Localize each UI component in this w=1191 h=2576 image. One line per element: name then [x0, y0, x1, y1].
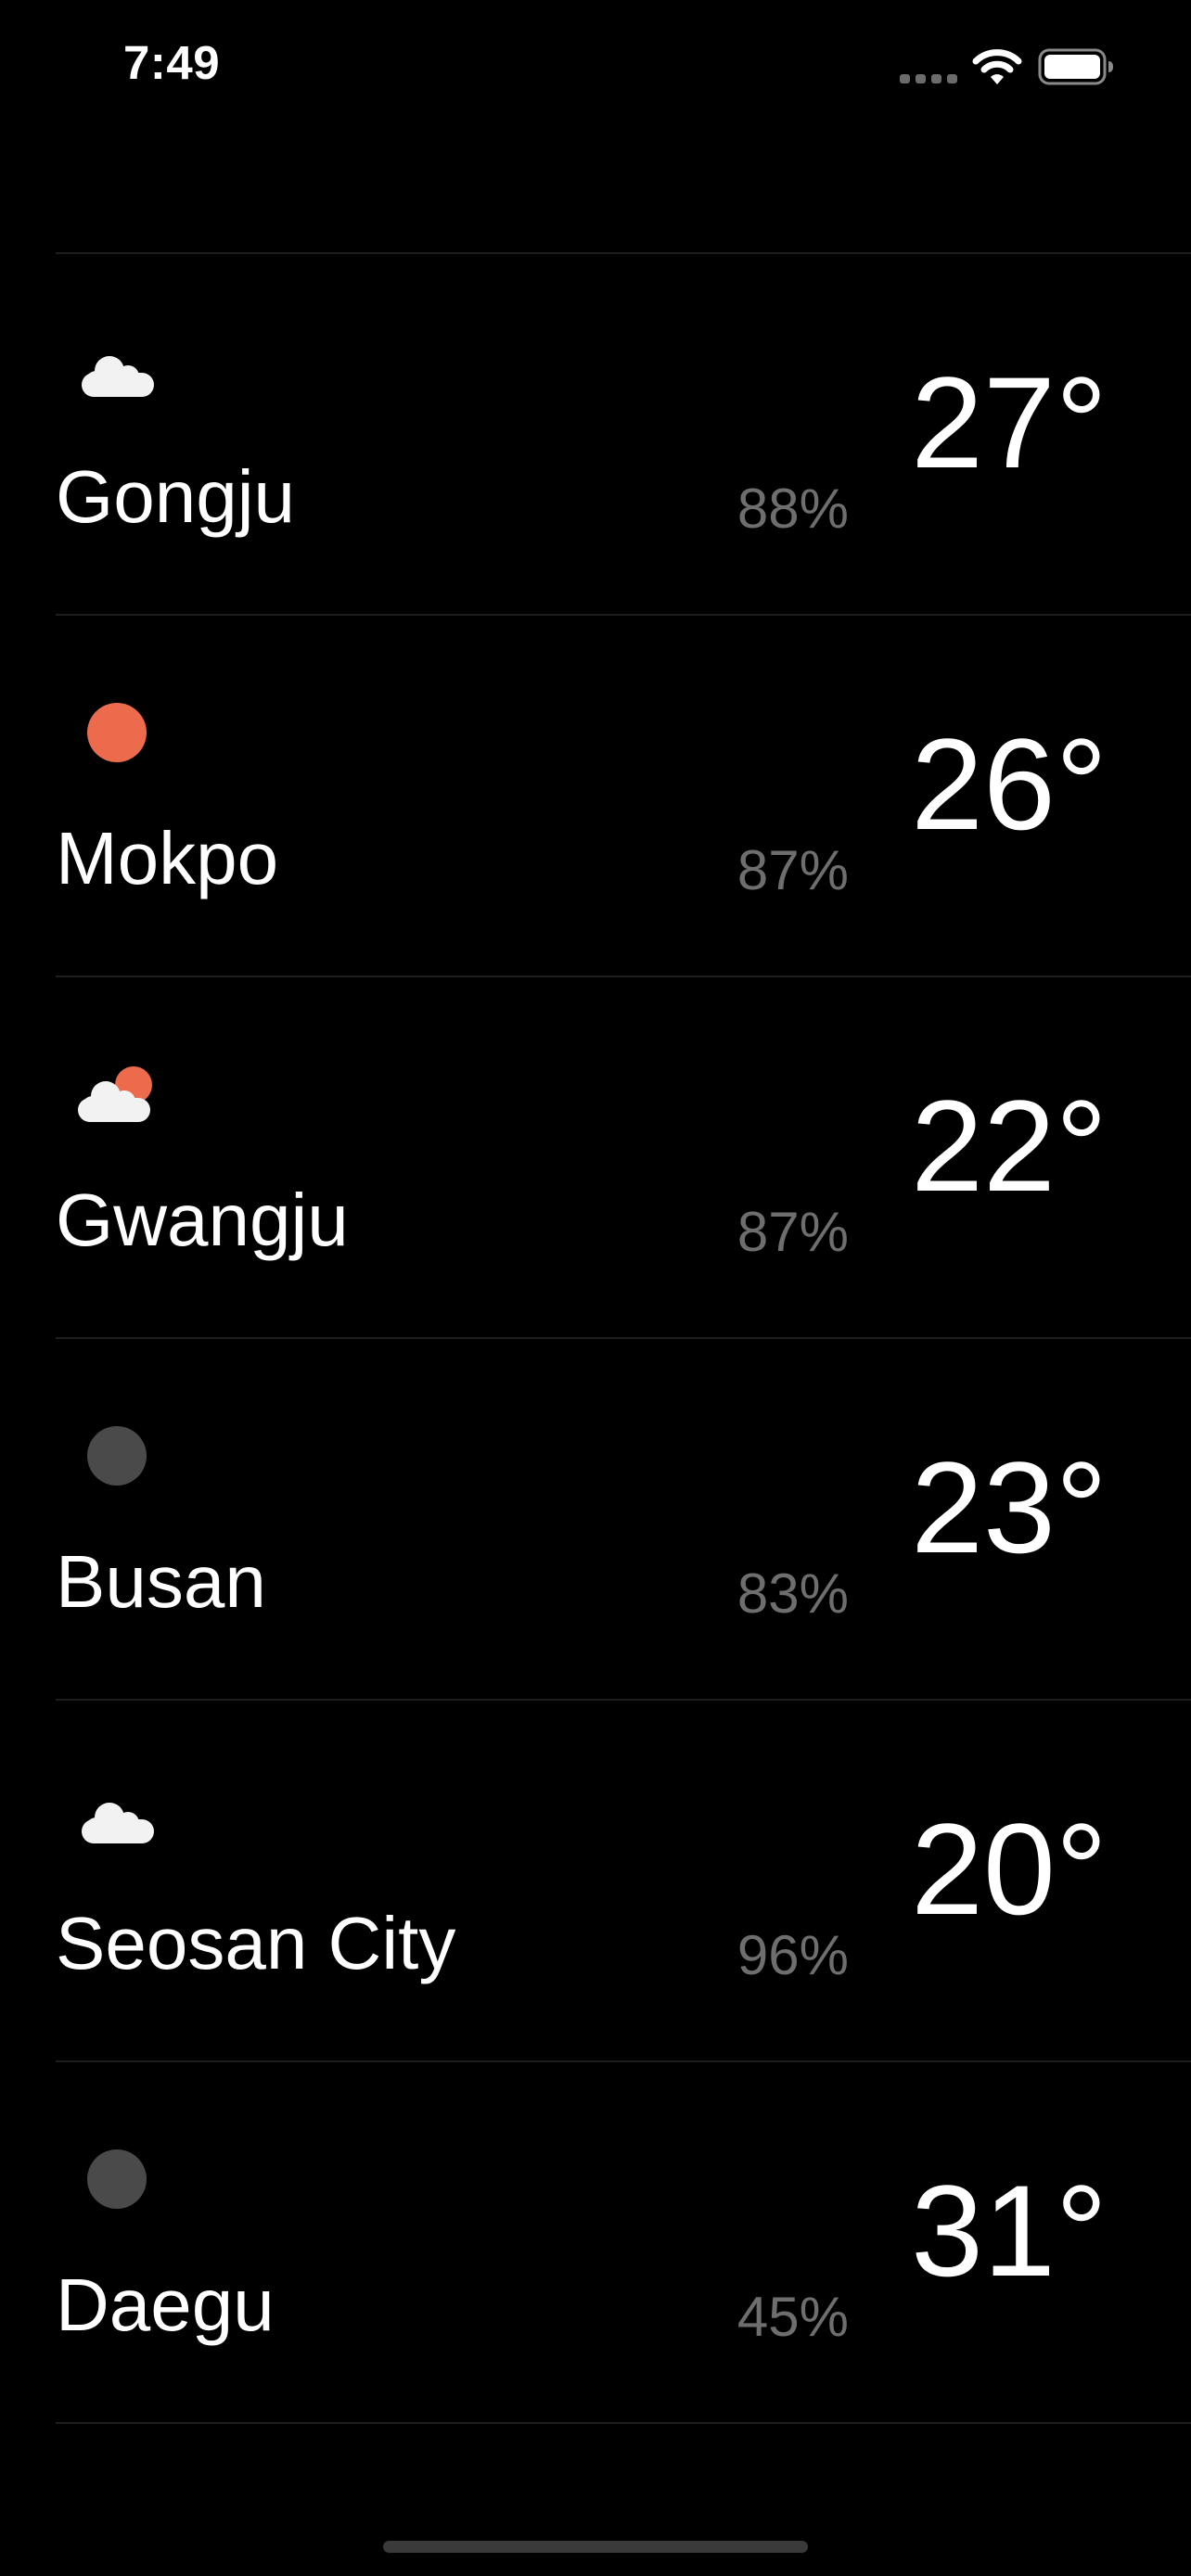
cloud-icon [82, 356, 154, 397]
moon-icon [87, 1426, 147, 1486]
city-name: Mokpo [56, 817, 279, 899]
city-name: Gongju [56, 455, 295, 538]
temperature-value: 31° [911, 2158, 1108, 2303]
humidity-value: 96% [736, 1924, 849, 1986]
city-row-gwangju[interactable]: Gwangju 87% 22° [0, 977, 1191, 1339]
city-name: Seosan City [56, 1902, 456, 1984]
city-name: Daegu [56, 2264, 275, 2346]
temperature-value: 27° [911, 350, 1108, 495]
temperature-value: 26° [911, 711, 1108, 857]
city-row-busan[interactable]: Busan 83% 23° [0, 1339, 1191, 1701]
temperature-value: 23° [911, 1435, 1108, 1580]
humidity-value: 87% [736, 839, 849, 901]
partly-cloudy-icon [78, 1066, 152, 1122]
status-bar: 7:49 [0, 0, 1191, 139]
humidity-value: 87% [736, 1201, 849, 1263]
cloud-icon [82, 1803, 154, 1843]
status-time: 7:49 [123, 36, 221, 89]
humidity-value: 83% [736, 1562, 849, 1625]
wifi-icon [972, 49, 1022, 84]
cellular-signal-icon [900, 74, 957, 83]
divider [56, 2422, 1191, 2424]
temperature-value: 20° [911, 1796, 1108, 1942]
humidity-value: 45% [736, 2286, 849, 2348]
moon-icon [87, 2149, 147, 2209]
city-row-daegu[interactable]: Daegu 45% 31° [0, 2062, 1191, 2424]
city-row-mokpo[interactable]: Mokpo 87% 26° [0, 616, 1191, 977]
humidity-value: 88% [736, 478, 849, 540]
sun-icon [87, 703, 147, 762]
city-row-seosan-city[interactable]: Seosan City 96% 20° [0, 1701, 1191, 2062]
city-name: Gwangju [56, 1179, 349, 1261]
city-name: Busan [56, 1540, 266, 1623]
battery-icon [1038, 48, 1113, 85]
temperature-value: 22° [911, 1073, 1108, 1218]
home-indicator[interactable] [383, 2541, 808, 2553]
city-row-gongju[interactable]: Gongju 88% 27° [0, 254, 1191, 616]
